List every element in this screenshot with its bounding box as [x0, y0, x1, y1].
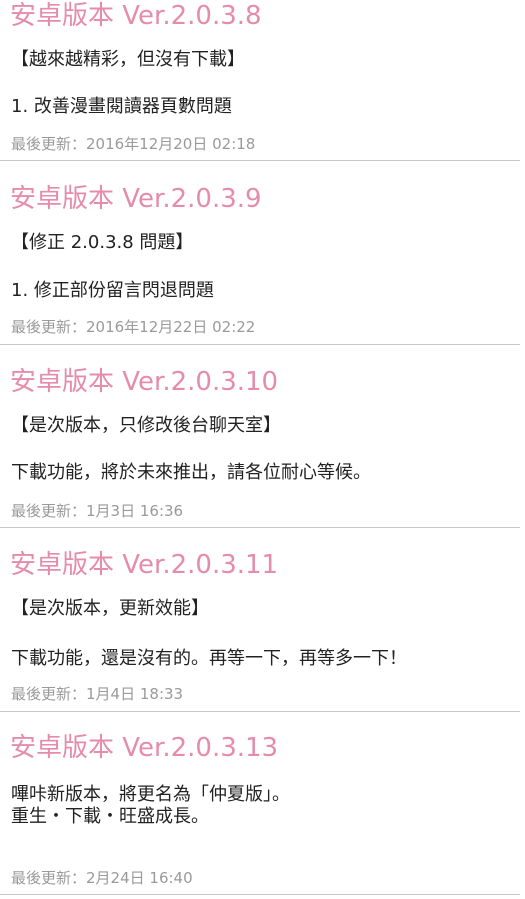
entry-divider [0, 527, 520, 528]
entry-body-line: 1. 改善漫畫閱讀器頁數問題 [11, 96, 232, 117]
changelog-entry: 安卓版本 Ver.2.0.3.10 【是次版本，只修改後台聊天室】 下載功能，將… [0, 366, 520, 529]
entry-headline: 【是次版本，更新效能】 [11, 598, 209, 619]
last-updated-timestamp: 最後更新：1月3日 16:36 [11, 502, 184, 520]
version-title: 安卓版本 Ver.2.0.3.13 [10, 733, 279, 763]
entry-divider [0, 344, 520, 345]
changelog-entry: 安卓版本 Ver.2.0.3.11 【是次版本，更新效能】 下載功能，還是沒有的… [0, 549, 520, 713]
last-updated-timestamp: 最後更新：2016年12月20日 02:18 [11, 135, 256, 153]
entry-headline: 【是次版本，只修改後台聊天室】 [11, 415, 281, 436]
changelog-entry: 安卓版本 Ver.2.0.3.9 【修正 2.0.3.8 問題】 1. 修正部份… [0, 183, 520, 346]
changelog-entry: 安卓版本 Ver.2.0.3.13 嗶咔新版本，將更名為「仲夏版」。 重生・下載… [0, 732, 520, 899]
version-title: 安卓版本 Ver.2.0.3.10 [10, 367, 279, 397]
last-updated-timestamp: 最後更新：2月24日 16:40 [11, 869, 193, 887]
version-title: 安卓版本 Ver.2.0.3.8 [10, 1, 262, 31]
entry-divider [0, 160, 520, 161]
entry-divider [0, 711, 520, 712]
entry-body-line: 下載功能，還是沒有的。再等一下，再等多一下！ [11, 648, 407, 669]
entry-body-line: 下載功能，將於未來推出，請各位耐心等候。 [11, 462, 371, 483]
entry-headline: 【修正 2.0.3.8 問題】 [11, 232, 194, 253]
version-title: 安卓版本 Ver.2.0.3.9 [10, 184, 262, 214]
changelog-list: 安卓版本 Ver.2.0.3.8 【越來越精彩，但沒有下載】 1. 改善漫畫閱讀… [0, 0, 525, 899]
changelog-entry: 安卓版本 Ver.2.0.3.8 【越來越精彩，但沒有下載】 1. 改善漫畫閱讀… [0, 0, 520, 162]
entry-body-line: 1. 修正部份留言閃退問題 [11, 280, 214, 301]
last-updated-timestamp: 最後更新：1月4日 18:33 [11, 685, 184, 703]
entry-divider [0, 894, 520, 895]
entry-headline: 【越來越精彩，但沒有下載】 [11, 49, 245, 70]
entry-body-line: 嗶咔新版本，將更名為「仲夏版」。 [11, 784, 290, 805]
entry-body-line: 重生・下載・旺盛成長。 [11, 806, 209, 827]
last-updated-timestamp: 最後更新：2016年12月22日 02:22 [11, 318, 256, 336]
version-title: 安卓版本 Ver.2.0.3.11 [10, 550, 279, 580]
